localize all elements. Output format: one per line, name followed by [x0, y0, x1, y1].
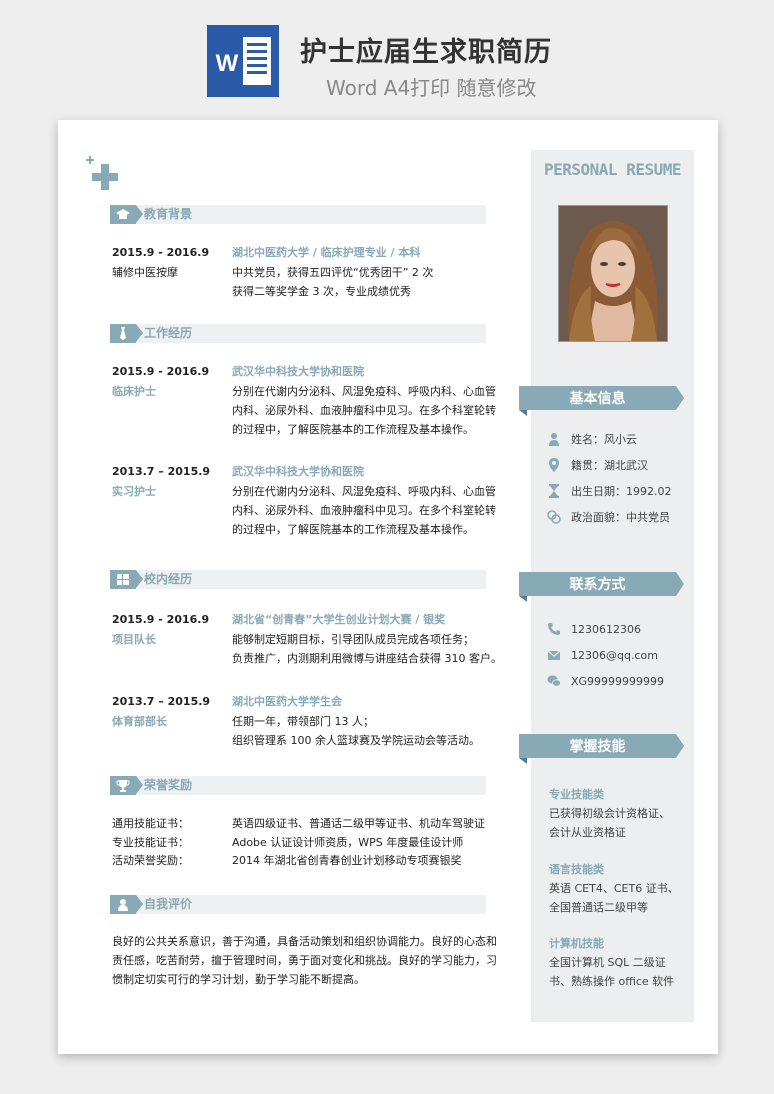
resume-paper: 教育背景 2015.9 - 2016.9 辅修中医按摩 湖北中医药大学 / 临床… [58, 120, 718, 1054]
mail-icon [547, 650, 561, 660]
work-line: 的过程中，了解医院基本的工作流程及基本操作。 [232, 523, 474, 536]
self-eval-line: 良好的公共关系意识，善于沟通，具备活动策划和组织协调能力。良好的心态和 [112, 935, 497, 948]
ribbon-contact: 联系方式 [519, 572, 684, 602]
work-date: 2013.7 – 2015.9 [112, 465, 211, 478]
plus-small-icon [86, 156, 94, 164]
section-campus-header: 校内经历 [110, 570, 486, 589]
windows-icon [117, 574, 129, 585]
work-role: 临床护士 [112, 385, 156, 398]
campus-date: 2013.7 – 2015.9 [112, 695, 211, 708]
award-value: 英语四级证书、普通话二级甲等证书、机动车驾驶证 [232, 817, 485, 830]
section-work-header: 工作经历 [110, 324, 486, 343]
section-awards-header: 荣誉奖励 [110, 776, 486, 795]
section-title: 校内经历 [144, 572, 193, 586]
skill-line: 英语 CET4、CET6 证书、 [549, 882, 679, 895]
work-line: 内科、泌尿外科、血液肿瘤科中见习。在多个科室轮转 [232, 504, 496, 517]
section-title: 荣誉奖励 [144, 778, 193, 792]
basic-hometown: 籍贯：湖北武汉 [571, 459, 648, 472]
campus-org: 湖北中医药大学学生会 [232, 695, 342, 708]
avatar [558, 205, 668, 342]
campus-date: 2015.9 - 2016.9 [112, 613, 210, 626]
contact-email[interactable]: 12306@qq.com [571, 646, 658, 666]
svg-text:W: W [216, 50, 239, 77]
campus-role: 项目队长 [112, 633, 156, 646]
award-value: Adobe 认证设计师资质，WPS 年度最佳设计师 [232, 836, 464, 849]
phone-icon [548, 623, 560, 635]
section-title: 教育背景 [144, 207, 193, 221]
ribbon-title: 基本信息 [569, 391, 626, 407]
basic-birthdate: 出生日期：1992.02 [571, 485, 672, 498]
hourglass-icon [549, 484, 559, 498]
campus-line: 负责推广，内测期利用微博与讲座结合获得 310 客户。 [232, 652, 502, 665]
ribbon-title: 联系方式 [569, 577, 626, 593]
section-title: 工作经历 [144, 326, 193, 340]
wechat-icon [547, 675, 561, 687]
campus-org: 湖北省“创青春”大学生创业计划大赛 / 银奖 [232, 613, 446, 626]
contact-phone[interactable]: 1230612306 [571, 620, 641, 640]
contact-wechat[interactable]: XG99999999999 [571, 672, 664, 692]
work-org: 武汉华中科技大学协和医院 [232, 465, 364, 478]
skill-group-title: 专业技能类 [549, 788, 604, 801]
basic-political: 政治面貌：中共党员 [571, 511, 670, 524]
campus-role: 体育部部长 [112, 715, 167, 728]
education-line: 获得二等奖学金 3 次，专业成绩优秀 [232, 285, 411, 298]
self-eval-line: 责任感，吃苦耐劳，擅于管理时间，勇于面对变化和挑战。良好的学习能力，习 [112, 954, 497, 967]
award-label: 通用技能证书： [112, 817, 189, 830]
skill-group-title: 语言技能类 [549, 863, 604, 876]
self-eval-line: 惯制定切实可行的学习计划，勤于学习能不断提高。 [112, 973, 365, 986]
page-title: 护士应届生求职简历 [300, 37, 552, 68]
work-org: 武汉华中科技大学协和医院 [232, 365, 364, 378]
ribbon-title: 掌握技能 [569, 739, 626, 755]
tie-icon [120, 327, 126, 340]
skill-line: 已获得初级会计资格证、 [549, 807, 670, 820]
campus-line: 组织管理系 100 余人篮球赛及学院运动会等活动。 [232, 734, 480, 747]
work-role: 实习护士 [112, 485, 156, 498]
work-line: 内科、泌尿外科、血液肿瘤科中见习。在多个科室轮转 [232, 404, 496, 417]
skill-line: 全国计算机 SQL 二级证 [549, 956, 666, 969]
sidebar: PERSONAL RESUME 基本信息 姓名：风小云 籍贯：湖北武汉 出生日期… [519, 150, 694, 1022]
trophy-icon [116, 780, 130, 792]
award-value: 2014 年湖北省创青春创业计划移动专项赛银奖 [232, 854, 462, 867]
resume-title: PERSONAL RESUME [544, 160, 682, 179]
people-icon [547, 510, 561, 524]
location-icon [549, 458, 559, 472]
work-date: 2015.9 - 2016.9 [112, 365, 210, 378]
skill-group-title: 计算机技能 [549, 937, 604, 950]
person-icon [118, 899, 128, 911]
ribbon-basic-info: 基本信息 [519, 386, 684, 416]
education-headline: 湖北中医药大学 / 临床护理专业 / 本科 [232, 246, 421, 259]
page-subtitle: Word A4打印 随意修改 [326, 76, 537, 100]
education-minor: 辅修中医按摩 [112, 266, 178, 279]
skill-line: 全国普通话二级甲等 [549, 901, 648, 914]
person-icon [549, 433, 559, 446]
award-label: 专业技能证书： [112, 836, 189, 849]
campus-line: 能够制定短期目标，引导团队成员完成各项任务； [232, 633, 474, 646]
work-line: 分别在代谢内分泌科、风湿免疫科、呼吸内科、心血管 [232, 485, 496, 498]
award-label: 活动荣誉奖励： [112, 854, 189, 867]
work-line: 的过程中，了解医院基本的工作流程及基本操作。 [232, 423, 474, 436]
section-self-header: 自我评价 [110, 895, 486, 914]
campus-line: 任期一年，带领部门 13 人； [232, 715, 374, 728]
graduation-cap-icon [116, 209, 130, 219]
ribbon-skills: 掌握技能 [519, 734, 684, 764]
word-icon: W [207, 25, 279, 97]
education-line: 中共党员，获得五四评优“优秀团干” 2 次 [232, 266, 434, 279]
skill-line: 会计从业资格证 [549, 826, 626, 839]
plus-icon [92, 164, 118, 190]
work-line: 分别在代谢内分泌科、风湿免疫科、呼吸内科、心血管 [232, 385, 496, 398]
education-date: 2015.9 - 2016.9 [112, 246, 210, 259]
section-education-header: 教育背景 [110, 205, 486, 224]
section-title: 自我评价 [144, 897, 193, 911]
skill-line: 书、熟练操作 office 软件 [549, 975, 675, 988]
basic-name: 姓名：风小云 [571, 433, 637, 446]
